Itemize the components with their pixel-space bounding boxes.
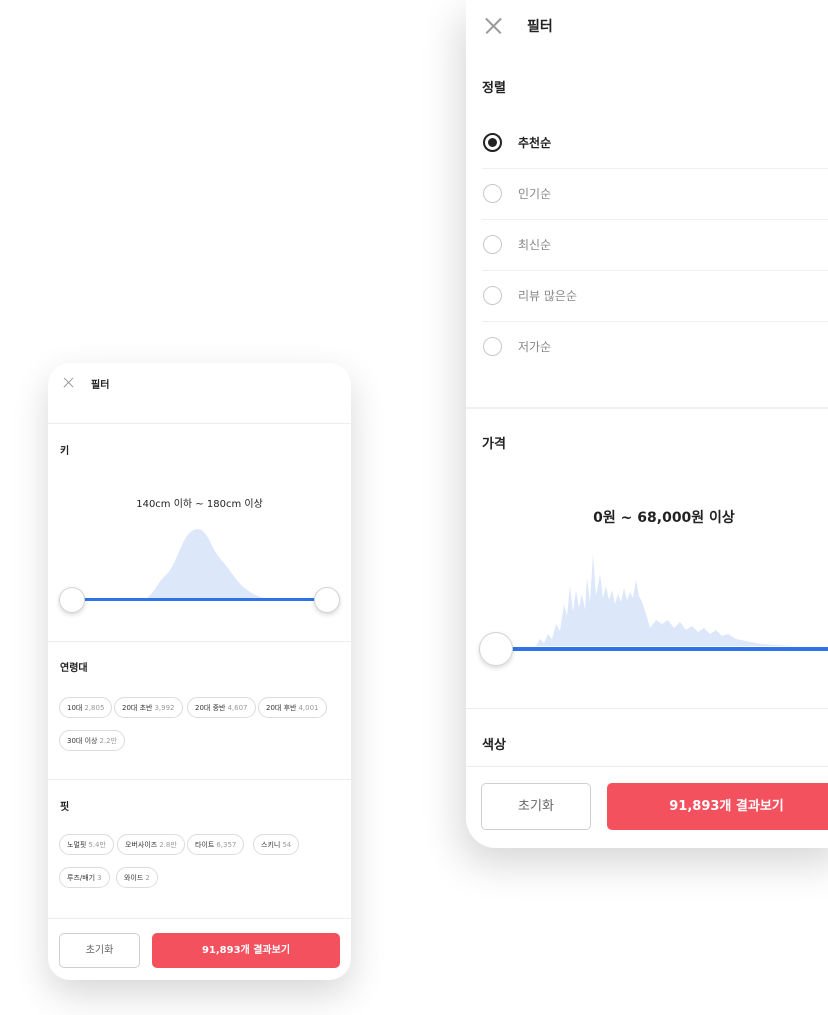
radio-unselected[interactable] xyxy=(483,286,502,305)
height-range-text: 140cm 이하 ~ 180cm 이상 xyxy=(136,499,263,510)
radio-unselected[interactable] xyxy=(483,184,502,203)
chip-count: 5.4만 xyxy=(88,841,106,849)
sort-option-label: 추천순 xyxy=(518,136,552,150)
sort-option-label: 리뷰 많은순 xyxy=(518,289,578,303)
radio-selected[interactable] xyxy=(483,133,502,152)
reset-button[interactable]: 초기화 xyxy=(481,783,591,830)
header: .phone-large .close::before,.phone-large… xyxy=(484,15,553,37)
chip-label: 20대 후반 xyxy=(266,704,297,712)
age-chip[interactable]: 20대 후반 4,001 xyxy=(258,697,327,718)
radio-unselected[interactable] xyxy=(483,235,502,254)
height-slider-min-handle[interactable] xyxy=(59,587,85,613)
chip-label: 30대 이상 xyxy=(67,737,98,745)
section-title-age: 연령대 xyxy=(60,663,88,674)
chip-label: 10대 xyxy=(67,704,83,712)
footer-divider xyxy=(466,766,828,767)
price-slider-track[interactable] xyxy=(496,647,828,651)
chip-count: 2 xyxy=(145,874,150,882)
chip-count: 3,992 xyxy=(154,704,175,712)
chip-label: 20대 초반 xyxy=(122,704,153,712)
chip-count: 6,357 xyxy=(216,841,237,849)
chip-label: 타이트 xyxy=(195,841,215,849)
divider xyxy=(48,423,351,424)
height-histogram xyxy=(143,529,270,600)
age-chip[interactable]: 20대 초반 3,992 xyxy=(114,697,183,718)
chip-count: 2.8만 xyxy=(159,841,177,849)
fit-chip[interactable]: 타이트 6,357 xyxy=(187,834,245,855)
sort-option[interactable]: 인기순 xyxy=(466,169,828,220)
show-results-button[interactable]: 91,893개 결과보기 xyxy=(152,933,340,968)
show-results-button[interactable]: 91,893개 결과보기 xyxy=(607,783,828,830)
reset-button[interactable]: 초기화 xyxy=(59,933,140,968)
age-chip[interactable]: 30대 이상 2.2만 xyxy=(59,730,126,751)
filter-screen-small: .phone-small .close::before,.phone-small… xyxy=(48,363,351,980)
filter-screen-large: .phone-large .close::before,.phone-large… xyxy=(466,0,828,848)
chip-count: 4,607 xyxy=(227,704,248,712)
sort-option[interactable]: 리뷰 많은순 xyxy=(466,271,828,322)
chip-label: 20대 중반 xyxy=(195,704,226,712)
section-title-color: 색상 xyxy=(482,738,506,753)
chip-label: 스키니 xyxy=(261,841,281,849)
divider xyxy=(48,641,351,642)
price-histogram xyxy=(536,554,796,646)
chip-count: 2.2만 xyxy=(99,737,118,745)
chip-count: 4,001 xyxy=(298,704,319,712)
close-icon[interactable]: .phone-large .close::before,.phone-large… xyxy=(484,17,502,35)
divider xyxy=(466,708,828,709)
page-title: 필터 xyxy=(527,19,553,35)
age-chip[interactable]: 10대 2,805 xyxy=(59,697,113,718)
section-title-price: 가격 xyxy=(482,437,506,452)
price-range-text: 0원 ~ 68,000원 이상 xyxy=(593,510,735,526)
header: .phone-small .close::before,.phone-small… xyxy=(62,374,109,392)
sort-option[interactable]: 저가순 xyxy=(466,322,828,373)
chip-label: 노멀핏 xyxy=(67,841,87,849)
section-title-fit: 핏 xyxy=(60,802,70,813)
fit-chip[interactable]: 오버사이즈 2.8만 xyxy=(117,834,185,855)
chip-count: 54 xyxy=(282,841,292,849)
section-title-sort: 정렬 xyxy=(482,81,506,96)
divider xyxy=(466,407,828,409)
price-slider-min-handle[interactable] xyxy=(479,632,513,666)
height-slider-max-handle[interactable] xyxy=(314,587,340,613)
chip-label: 루즈/배기 xyxy=(67,874,96,882)
chip-count: 3 xyxy=(97,874,102,882)
chip-count: 2,805 xyxy=(84,704,105,712)
radio-unselected[interactable] xyxy=(483,337,502,356)
chip-label: 와이드 xyxy=(124,874,144,882)
sort-option[interactable]: 추천순 xyxy=(466,118,828,169)
page-title: 필터 xyxy=(91,379,110,391)
sort-option[interactable]: 최신순 xyxy=(466,220,828,271)
fit-chip[interactable]: 와이드 2 xyxy=(116,867,158,888)
divider xyxy=(48,779,351,780)
fit-chip[interactable]: 노멀핏 5.4만 xyxy=(59,834,114,855)
fit-chip[interactable]: 스키니 54 xyxy=(253,834,300,855)
sort-option-label: 인기순 xyxy=(518,187,552,201)
age-chip[interactable]: 20대 중반 4,607 xyxy=(187,697,256,718)
fit-chip[interactable]: 루즈/배기 3 xyxy=(59,867,110,888)
sort-option-label: 최신순 xyxy=(518,238,552,252)
footer-divider xyxy=(48,918,351,919)
close-icon[interactable]: .phone-small .close::before,.phone-small… xyxy=(62,377,74,389)
section-title-height: 키 xyxy=(60,446,70,457)
chip-label: 오버사이즈 xyxy=(125,841,158,849)
height-slider-track[interactable] xyxy=(72,598,327,601)
sort-option-label: 저가순 xyxy=(518,340,552,354)
